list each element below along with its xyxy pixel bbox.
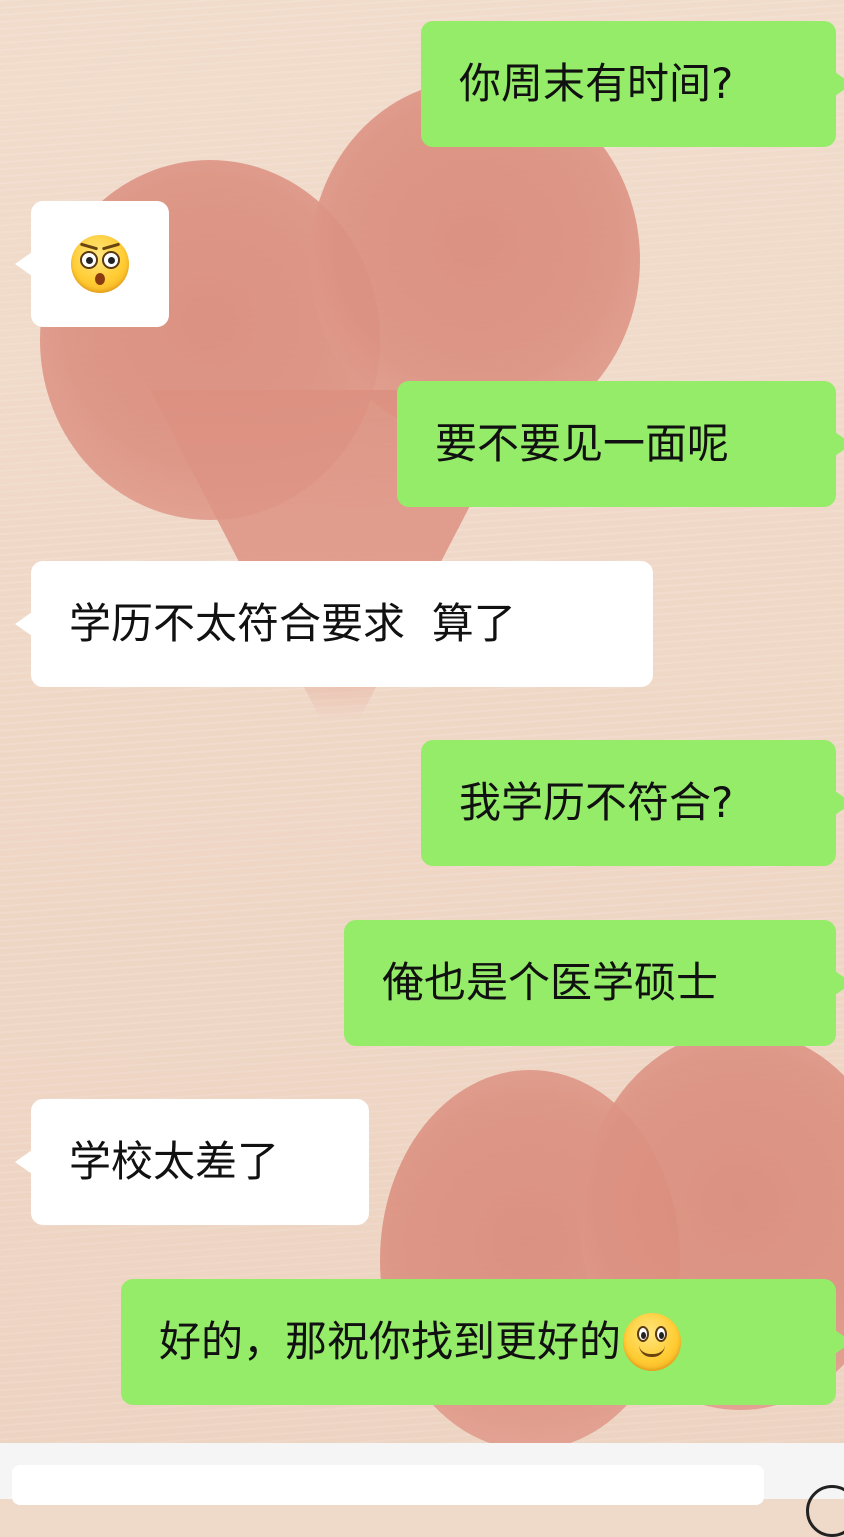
flushed-face-icon xyxy=(71,235,129,293)
voice-icon[interactable] xyxy=(806,1485,844,1537)
message-bubble-sent[interactable]: 俺也是个医学硕士 xyxy=(344,920,836,1046)
message-text: 你周末有时间? xyxy=(459,59,734,108)
message-text: 好的，那祝你找到更好的 xyxy=(159,1317,622,1366)
message-bubble-received[interactable] xyxy=(31,201,169,327)
message-text: 我学历不符合? xyxy=(459,778,734,827)
message-bubble-sent[interactable]: 好的，那祝你找到更好的 xyxy=(121,1279,836,1405)
message-text: 学校太差了 xyxy=(69,1137,280,1186)
message-bubble-sent[interactable]: 要不要见一面呢 xyxy=(397,381,836,507)
message-text: 俺也是个医学硕士 xyxy=(382,958,719,1007)
heart-wallpaper-bottom xyxy=(370,1030,844,1490)
message-bubble-sent[interactable]: 我学历不符合? xyxy=(421,740,836,866)
message-text: 学历不太符合要求 算了 xyxy=(69,599,516,648)
message-text: 要不要见一面呢 xyxy=(435,419,730,468)
message-bubble-received[interactable]: 学校太差了 xyxy=(31,1099,369,1225)
input-bar xyxy=(0,1443,844,1537)
message-bubble-sent[interactable]: 你周末有时间? xyxy=(421,21,836,147)
message-bubble-received[interactable]: 学历不太符合要求 算了 xyxy=(31,561,653,687)
smiling-face-icon xyxy=(623,1313,682,1371)
message-input[interactable] xyxy=(12,1465,764,1505)
